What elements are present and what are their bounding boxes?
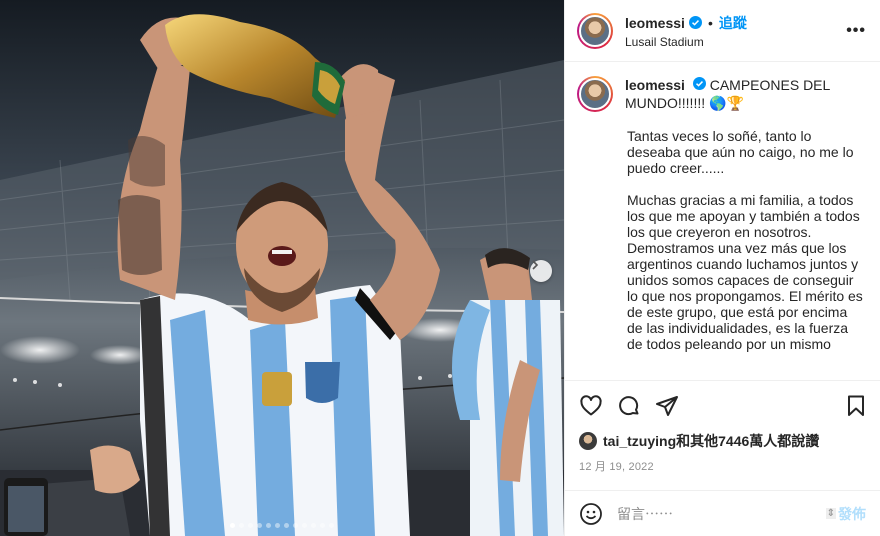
next-slide-button[interactable] bbox=[530, 260, 552, 282]
comment-bar: ⇕ 發佈 bbox=[565, 490, 880, 536]
separator: • bbox=[707, 14, 713, 31]
save-icon[interactable] bbox=[844, 394, 868, 418]
verified-icon bbox=[688, 16, 702, 29]
carousel-dots bbox=[0, 523, 564, 528]
carousel-dot bbox=[239, 523, 244, 528]
carousel-dot bbox=[248, 523, 253, 528]
avatar[interactable] bbox=[577, 12, 613, 49]
comment-input[interactable] bbox=[617, 505, 826, 522]
post-date[interactable]: 12 月 19, 2022 bbox=[565, 452, 880, 476]
messi-trophy-photo bbox=[0, 0, 564, 536]
liker-username[interactable]: tai_tzuying bbox=[603, 433, 676, 449]
heart-icon[interactable] bbox=[579, 394, 603, 418]
caption-paragraph: Muchas gracias a mi familia, a todos los… bbox=[627, 192, 863, 352]
username-link[interactable]: leomessi bbox=[625, 15, 685, 31]
post-side-panel: leomessi • 追蹤 Lusail Stadium ••• leomess… bbox=[564, 0, 880, 536]
follow-button[interactable]: 追蹤 bbox=[719, 13, 747, 33]
carousel-dot bbox=[302, 523, 307, 528]
likes-rest-text[interactable]: 和其他7446萬人都說讚 bbox=[676, 431, 819, 451]
instagram-post-modal: leomessi • 追蹤 Lusail Stadium ••• leomess… bbox=[0, 0, 880, 536]
caption-username[interactable]: leomessi bbox=[625, 77, 685, 93]
share-icon[interactable] bbox=[655, 394, 679, 418]
chevron-right-icon bbox=[532, 260, 539, 270]
avatar[interactable] bbox=[577, 76, 613, 112]
carousel-dot bbox=[275, 523, 280, 528]
verified-icon bbox=[692, 77, 706, 90]
sort-arrows-icon: ⇕ bbox=[825, 508, 836, 519]
carousel-dot bbox=[230, 523, 235, 528]
action-bar bbox=[565, 380, 880, 430]
post-photo[interactable] bbox=[0, 0, 564, 536]
location-link[interactable]: Lusail Stadium bbox=[625, 35, 846, 49]
post-comment-button[interactable]: ⇕ 發佈 bbox=[825, 504, 866, 524]
carousel-dot bbox=[266, 523, 271, 528]
avatar bbox=[579, 432, 597, 450]
caption-area: leomessi CAMPEONES DEL MUNDO!!!!!!! 🌎🏆 T… bbox=[565, 62, 880, 380]
post-comment-label: 發佈 bbox=[838, 505, 866, 522]
emoji-icon[interactable] bbox=[579, 502, 603, 526]
more-icon[interactable]: ••• bbox=[846, 22, 866, 40]
caption-emojis: 🌎🏆 bbox=[709, 95, 744, 111]
carousel-dot bbox=[311, 523, 316, 528]
carousel-dot bbox=[293, 523, 298, 528]
carousel-dot bbox=[284, 523, 289, 528]
likes-summary[interactable]: tai_tzuying 和其他7446萬人都說讚 bbox=[565, 430, 880, 452]
carousel-dot bbox=[257, 523, 262, 528]
comment-icon[interactable] bbox=[617, 394, 641, 418]
post-header: leomessi • 追蹤 Lusail Stadium ••• bbox=[565, 0, 880, 62]
carousel-dot bbox=[329, 523, 334, 528]
caption-paragraph: Tantas veces lo soñé, tanto lo deseaba q… bbox=[627, 128, 854, 176]
carousel-dot bbox=[320, 523, 325, 528]
